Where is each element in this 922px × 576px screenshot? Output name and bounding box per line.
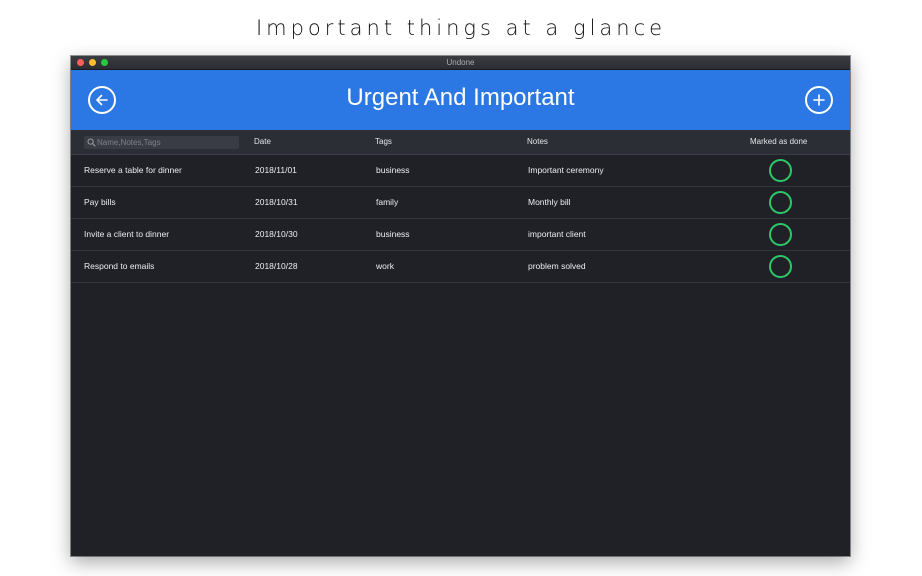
search-field[interactable] [84, 136, 239, 149]
page-title: Urgent And Important [346, 84, 575, 111]
window-title: Undone [446, 58, 475, 67]
task-note: important client [528, 229, 586, 239]
table-header: Date Tags Notes Marked as done [71, 130, 850, 155]
arrow-left-icon [96, 94, 108, 106]
table-row[interactable]: Invite a client to dinner 2018/10/30 bus… [71, 219, 850, 251]
column-header-tags[interactable]: Tags [375, 130, 392, 154]
mark-done-toggle[interactable] [769, 223, 792, 246]
add-task-button[interactable] [805, 86, 833, 114]
table-row[interactable]: Reserve a table for dinner 2018/11/01 bu… [71, 155, 850, 187]
task-tag: business [376, 165, 410, 175]
task-note: problem solved [528, 261, 586, 271]
task-name: Reserve a table for dinner [84, 165, 182, 175]
search-input[interactable] [97, 136, 235, 149]
search-icon [87, 138, 96, 147]
task-note: Important ceremony [528, 165, 604, 175]
task-name: Pay bills [84, 197, 116, 207]
column-header-notes[interactable]: Notes [527, 130, 548, 154]
task-name: Respond to emails [84, 261, 155, 271]
column-header-date[interactable]: Date [254, 130, 271, 154]
plus-icon [813, 94, 825, 106]
task-date: 2018/10/28 [255, 261, 298, 271]
task-date: 2018/10/30 [255, 229, 298, 239]
table-row[interactable]: Pay bills 2018/10/31 family Monthly bill [71, 187, 850, 219]
task-tag: business [376, 229, 410, 239]
mark-done-toggle[interactable] [769, 159, 792, 182]
task-date: 2018/11/01 [255, 165, 297, 175]
back-button[interactable] [88, 86, 116, 114]
task-tag: work [376, 261, 394, 271]
task-name: Invite a client to dinner [84, 229, 170, 239]
task-list: Reserve a table for dinner 2018/11/01 bu… [71, 155, 850, 283]
task-date: 2018/10/31 [255, 197, 298, 207]
app-window: Undone Urgent And Important Date Tags No… [71, 56, 850, 556]
column-header-marked-as-done[interactable]: Marked as done [750, 130, 807, 154]
page-header: Urgent And Important [71, 70, 850, 130]
window-titlebar: Undone [71, 56, 850, 70]
task-note: Monthly bill [528, 197, 571, 207]
mark-done-toggle[interactable] [769, 255, 792, 278]
marketing-tagline: Important things at a glance [255, 16, 667, 40]
task-tag: family [376, 197, 399, 207]
mark-done-toggle[interactable] [769, 191, 792, 214]
table-row[interactable]: Respond to emails 2018/10/28 work proble… [71, 251, 850, 283]
